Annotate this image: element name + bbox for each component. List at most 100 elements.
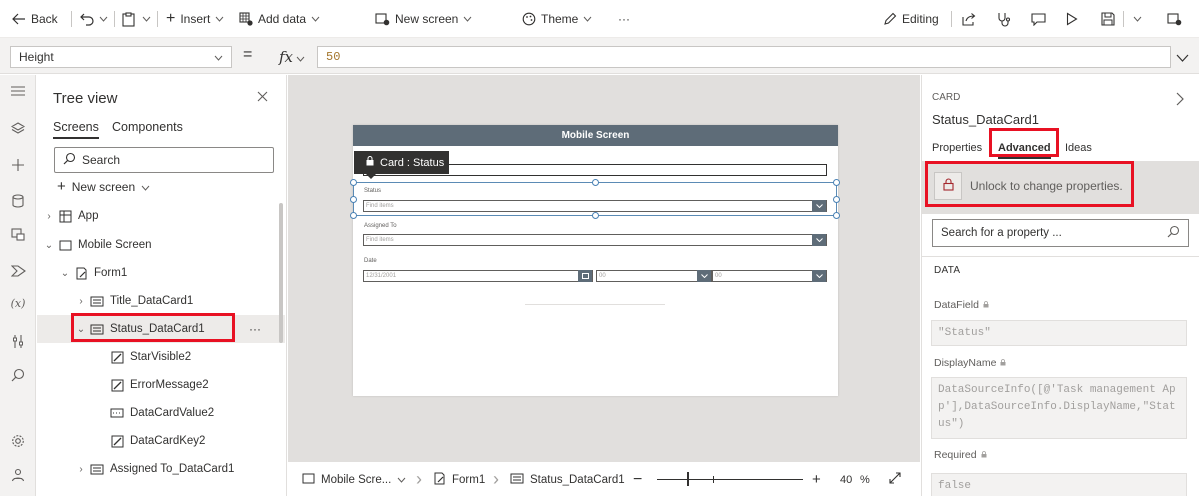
- comments-button[interactable]: [1031, 0, 1046, 38]
- resize-handle[interactable]: [833, 212, 840, 219]
- property-value-datafield[interactable]: "Status": [931, 320, 1187, 346]
- formula-bar: Height = fx 50: [0, 38, 1199, 74]
- breadcrumb-form[interactable]: Form1: [433, 462, 485, 496]
- tab-properties[interactable]: Properties: [932, 142, 982, 154]
- property-search-input[interactable]: Search for a property ...: [932, 219, 1189, 247]
- chevron-down-icon: [311, 16, 320, 22]
- zoom-slider-track[interactable]: [657, 479, 803, 480]
- menu-icon[interactable]: [8, 81, 28, 101]
- chevron-down-icon: [583, 16, 592, 22]
- fx-button[interactable]: fx: [279, 46, 305, 68]
- tab-components[interactable]: Components: [112, 120, 183, 134]
- insert-button[interactable]: + Insert: [166, 0, 224, 38]
- collapse-panel-button[interactable]: [1176, 92, 1184, 111]
- publish-button[interactable]: [1167, 0, 1182, 38]
- resize-handle[interactable]: [833, 196, 840, 203]
- new-screen-button[interactable]: New screen: [375, 0, 472, 38]
- undo-icon: [80, 12, 94, 26]
- screen-icon: [302, 473, 315, 487]
- property-label-text: DisplayName: [934, 357, 997, 369]
- layers-icon[interactable]: [8, 119, 28, 139]
- chevron-down-icon: [215, 16, 224, 22]
- selection-frame[interactable]: [350, 179, 840, 219]
- tree-item-title-datacard[interactable]: › Title_DataCard1: [37, 287, 285, 315]
- media-icon[interactable]: [8, 225, 28, 245]
- save-icon: [1101, 12, 1115, 26]
- zoom-in-button[interactable]: +: [812, 462, 821, 496]
- add-data-button[interactable]: Add data: [239, 0, 320, 38]
- save-button[interactable]: [1101, 0, 1115, 38]
- calendar-icon: [578, 270, 592, 282]
- highlight-status-datacard: [71, 313, 235, 342]
- chevron-down-icon: [697, 270, 711, 282]
- more-commands-button[interactable]: ···: [618, 0, 630, 38]
- property-value-displayname[interactable]: DataSourceInfo([@'Task management App'],…: [931, 377, 1187, 439]
- new-screen-link[interactable]: + New screen: [57, 179, 150, 194]
- tab-screens[interactable]: Screens: [53, 120, 99, 139]
- zoom-out-button[interactable]: −: [633, 462, 642, 496]
- card-icon: [90, 295, 104, 307]
- property-selector[interactable]: Height: [10, 46, 232, 68]
- resize-handle[interactable]: [592, 212, 599, 219]
- breadcrumb-card[interactable]: Status_DataCard1: [510, 462, 625, 496]
- fit-to-window-button[interactable]: [889, 462, 901, 496]
- card-icon: [510, 473, 524, 487]
- tree-item-label: DataCardKey2: [130, 435, 206, 447]
- chevron-down-icon: [296, 48, 305, 66]
- properties-panel: CARD Status_DataCard1 Properties Advance…: [921, 75, 1199, 496]
- breadcrumb-screen[interactable]: Mobile Scre...: [302, 462, 406, 496]
- tree-scrollbar[interactable]: [279, 203, 283, 343]
- tree-item-datacardkey[interactable]: DataCardKey2: [37, 427, 285, 455]
- property-label-text: Required: [934, 449, 977, 461]
- tree-item-starvisible[interactable]: StarVisible2: [37, 343, 285, 371]
- tree-item-errormessage[interactable]: ErrorMessage2: [37, 371, 285, 399]
- date-picker[interactable]: 12/31/2001: [363, 270, 593, 282]
- resize-handle[interactable]: [833, 179, 840, 186]
- tree-item-assigned-datacard[interactable]: › Assigned To_DataCard1: [37, 455, 285, 483]
- expand-formula-button[interactable]: [1176, 51, 1189, 65]
- divider: [525, 304, 665, 305]
- paste-dropdown[interactable]: [142, 0, 151, 38]
- play-button[interactable]: [1066, 0, 1078, 38]
- property-name: Height: [19, 50, 54, 64]
- formula-input[interactable]: 50: [317, 46, 1171, 68]
- resize-handle[interactable]: [350, 179, 357, 186]
- resize-handle[interactable]: [592, 179, 599, 186]
- app-checker-button[interactable]: [997, 0, 1011, 38]
- settings-icon[interactable]: [8, 431, 28, 451]
- zoom-slider-thumb[interactable]: [687, 472, 689, 486]
- tab-ideas[interactable]: Ideas: [1065, 142, 1092, 154]
- variables-icon[interactable]: (x): [8, 293, 28, 313]
- power-automate-icon[interactable]: [8, 261, 28, 281]
- zoom-slider-tick: [713, 476, 714, 483]
- tree-search-input[interactable]: Search: [54, 147, 274, 173]
- save-dropdown[interactable]: [1133, 0, 1142, 38]
- search-icon[interactable]: [8, 365, 28, 385]
- undo-button[interactable]: [80, 0, 94, 38]
- undo-dropdown[interactable]: [99, 0, 108, 38]
- advanced-tools-icon[interactable]: [8, 331, 28, 351]
- database-icon[interactable]: [8, 191, 28, 211]
- minute-dropdown[interactable]: 00: [712, 270, 827, 282]
- paste-button[interactable]: [122, 0, 135, 38]
- more-options-button[interactable]: ···: [249, 322, 261, 336]
- tree-item-datacardvalue[interactable]: DataCardValue2: [37, 399, 285, 427]
- plus-icon[interactable]: [8, 155, 28, 175]
- lock-icon: [366, 156, 374, 169]
- resize-handle[interactable]: [350, 212, 357, 219]
- date-value: 12/31/2001: [366, 273, 397, 279]
- tree-item-app[interactable]: › App: [37, 202, 285, 230]
- share-button[interactable]: [962, 0, 977, 38]
- property-value-required[interactable]: false: [931, 473, 1187, 496]
- assigned-field-label: Assigned To: [364, 223, 397, 229]
- tree-item-mobile-screen[interactable]: ⌄ Mobile Screen: [37, 231, 285, 259]
- assigned-combobox[interactable]: Find items: [363, 234, 827, 246]
- editing-button[interactable]: Editing: [883, 0, 939, 38]
- virtual-agent-icon[interactable]: [8, 465, 28, 485]
- resize-handle[interactable]: [350, 196, 357, 203]
- theme-button[interactable]: Theme: [522, 0, 592, 38]
- back-button[interactable]: Back: [12, 0, 58, 38]
- tree-item-form1[interactable]: ⌄ Form1: [37, 259, 285, 287]
- close-icon[interactable]: [257, 89, 268, 107]
- hour-dropdown[interactable]: 00: [596, 270, 712, 282]
